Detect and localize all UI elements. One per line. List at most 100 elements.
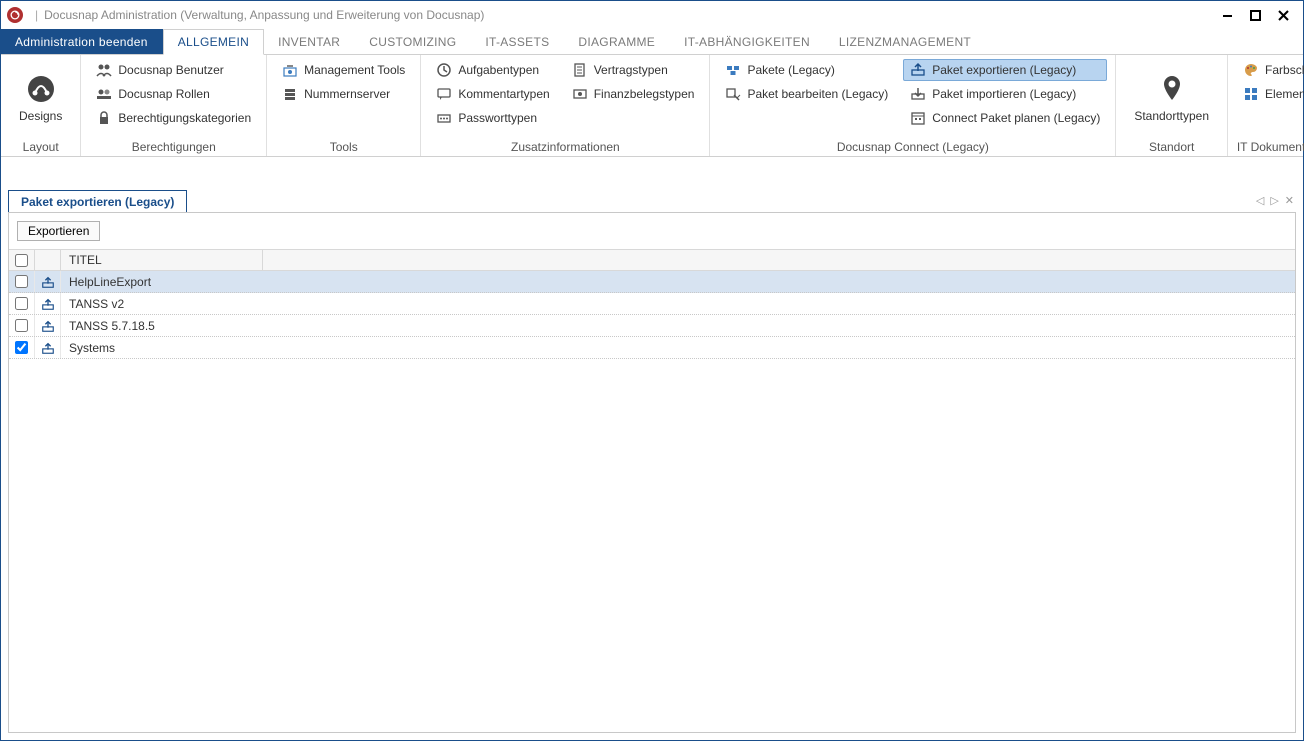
permission-categories-button[interactable]: Berechtigungskategorien — [89, 107, 258, 129]
item-label: Management Tools — [304, 63, 405, 77]
row-checkbox[interactable] — [9, 293, 35, 314]
item-label: Vertragstypen — [594, 63, 668, 77]
package-icon — [35, 271, 61, 292]
packages-icon — [725, 62, 741, 78]
row-checkbox[interactable] — [9, 271, 35, 292]
table-row[interactable]: TANSS v2 — [9, 293, 1295, 315]
location-label: Standorttypen — [1134, 109, 1209, 123]
tab-it-assets[interactable]: IT-ASSETS — [471, 29, 564, 54]
tab-lizenz[interactable]: LIZENZMANAGEMENT — [825, 29, 986, 54]
export-package-legacy-button[interactable]: Paket exportieren (Legacy) — [903, 59, 1107, 81]
row-title: HelpLineExport — [61, 275, 1295, 289]
location-types-button[interactable]: Standorttypen — [1124, 59, 1219, 136]
package-icon — [35, 293, 61, 314]
group-label-location: Standort — [1124, 136, 1219, 154]
item-label: Paket importieren (Legacy) — [932, 87, 1076, 101]
group-label-tools: Tools — [275, 136, 412, 154]
item-label: Pakete (Legacy) — [747, 63, 834, 77]
tab-customizing[interactable]: CUSTOMIZING — [355, 29, 471, 54]
package-icon — [35, 315, 61, 336]
schedule-package-legacy-button[interactable]: Connect Paket planen (Legacy) — [903, 107, 1107, 129]
item-label: Berechtigungskategorien — [118, 111, 251, 125]
designs-button[interactable]: Designs — [9, 59, 72, 136]
tools-icon — [282, 62, 298, 78]
export-icon — [910, 62, 926, 78]
tab-it-abh[interactable]: IT-ABHÄNGIGKEITEN — [670, 29, 825, 54]
item-label: Kommentartypen — [458, 87, 549, 101]
import-icon — [910, 86, 926, 102]
comment-types-button[interactable]: Kommentartypen — [429, 83, 556, 105]
prev-tab-icon[interactable]: ◁ — [1256, 194, 1264, 207]
docusnap-roles-button[interactable]: Docusnap Rollen — [89, 83, 258, 105]
password-icon — [436, 110, 452, 126]
row-title: TANSS v2 — [61, 297, 1295, 311]
maximize-button[interactable] — [1241, 5, 1269, 25]
content-area: Paket exportieren (Legacy) ◁ ▷ ✕ Exporti… — [0, 156, 1304, 741]
tab-allgemein[interactable]: ALLGEMEIN — [163, 29, 264, 55]
tab-admin-end[interactable]: Administration beenden — [1, 29, 163, 54]
ribbon-group-layout: Designs Layout — [1, 55, 81, 156]
table-row[interactable]: TANSS 5.7.18.5 — [9, 315, 1295, 337]
item-label: Nummernserver — [304, 87, 390, 101]
packages-legacy-button[interactable]: Pakete (Legacy) — [718, 59, 895, 81]
subtab-strip: Paket exportieren (Legacy) — [8, 190, 187, 213]
tab-diagramme[interactable]: DIAGRAMME — [564, 29, 670, 54]
palette-icon — [1243, 62, 1259, 78]
table-row[interactable]: Systems — [9, 337, 1295, 359]
app-icon — [7, 7, 23, 23]
row-title: TANSS 5.7.18.5 — [61, 319, 1295, 333]
row-checkbox[interactable] — [9, 337, 35, 358]
table-row[interactable]: HelpLineExport — [9, 271, 1295, 293]
subtab-export-package[interactable]: Paket exportieren (Legacy) — [8, 190, 187, 213]
package-icon — [35, 337, 61, 358]
location-pin-icon — [1156, 73, 1188, 105]
docusnap-users-button[interactable]: Docusnap Benutzer — [89, 59, 258, 81]
panel-toolbar: Exportieren — [9, 213, 1295, 249]
password-types-button[interactable]: Passworttypen — [429, 107, 556, 129]
item-label: Passworttypen — [458, 111, 537, 125]
item-label: Paket exportieren (Legacy) — [932, 63, 1076, 77]
properties-icon — [1243, 86, 1259, 102]
close-button[interactable] — [1269, 5, 1297, 25]
roles-icon — [96, 86, 112, 102]
clock-icon — [436, 62, 452, 78]
table-header: TITEL — [9, 249, 1295, 271]
task-types-button[interactable]: Aufgabentypen — [429, 59, 556, 81]
row-checkbox[interactable] — [9, 315, 35, 336]
item-label: Farbschema — [1265, 63, 1304, 77]
element-properties-button[interactable]: Element Eigenschaften — [1236, 83, 1304, 105]
titlebar-separator: | — [35, 8, 38, 22]
row-title: Systems — [61, 341, 1295, 355]
designs-icon — [25, 73, 57, 105]
color-scheme-button[interactable]: Farbschema — [1236, 59, 1304, 81]
management-tools-button[interactable]: Management Tools — [275, 59, 412, 81]
import-package-legacy-button[interactable]: Paket importieren (Legacy) — [903, 83, 1107, 105]
ribbon-group-framework: Farbschema Element Eigenschaften IT Doku… — [1228, 55, 1304, 156]
number-server-button[interactable]: Nummernserver — [275, 83, 412, 105]
finance-types-button[interactable]: Finanzbelegstypen — [565, 83, 702, 105]
edit-package-icon — [725, 86, 741, 102]
ribbon: Designs Layout Docusnap Benutzer Docusna… — [1, 55, 1303, 157]
titlebar: | Docusnap Administration (Verwaltung, A… — [1, 1, 1303, 29]
item-label: Paket bearbeiten (Legacy) — [747, 87, 888, 101]
tab-inventar[interactable]: INVENTAR — [264, 29, 355, 54]
lock-icon — [96, 110, 112, 126]
comment-icon — [436, 86, 452, 102]
next-tab-icon[interactable]: ▷ — [1270, 194, 1278, 207]
group-label-layout: Layout — [9, 136, 72, 154]
contract-types-button[interactable]: Vertragstypen — [565, 59, 702, 81]
item-label: Connect Paket planen (Legacy) — [932, 111, 1100, 125]
ribbon-group-tools: Management Tools Nummernserver Tools — [267, 55, 421, 156]
header-title[interactable]: TITEL — [61, 250, 263, 270]
finance-icon — [572, 86, 588, 102]
header-check-all[interactable] — [9, 250, 35, 270]
group-label-framework: IT Dokumentation Framework — [1236, 136, 1304, 154]
edit-package-legacy-button[interactable]: Paket bearbeiten (Legacy) — [718, 83, 895, 105]
ribbon-group-permissions: Docusnap Benutzer Docusnap Rollen Berech… — [81, 55, 267, 156]
group-label-permissions: Berechtigungen — [89, 136, 258, 154]
export-button[interactable]: Exportieren — [17, 221, 100, 241]
minimize-button[interactable] — [1213, 5, 1241, 25]
subtab-controls: ◁ ▷ ✕ — [1256, 194, 1294, 207]
close-tab-icon[interactable]: ✕ — [1285, 194, 1294, 207]
item-label: Docusnap Benutzer — [118, 63, 223, 77]
